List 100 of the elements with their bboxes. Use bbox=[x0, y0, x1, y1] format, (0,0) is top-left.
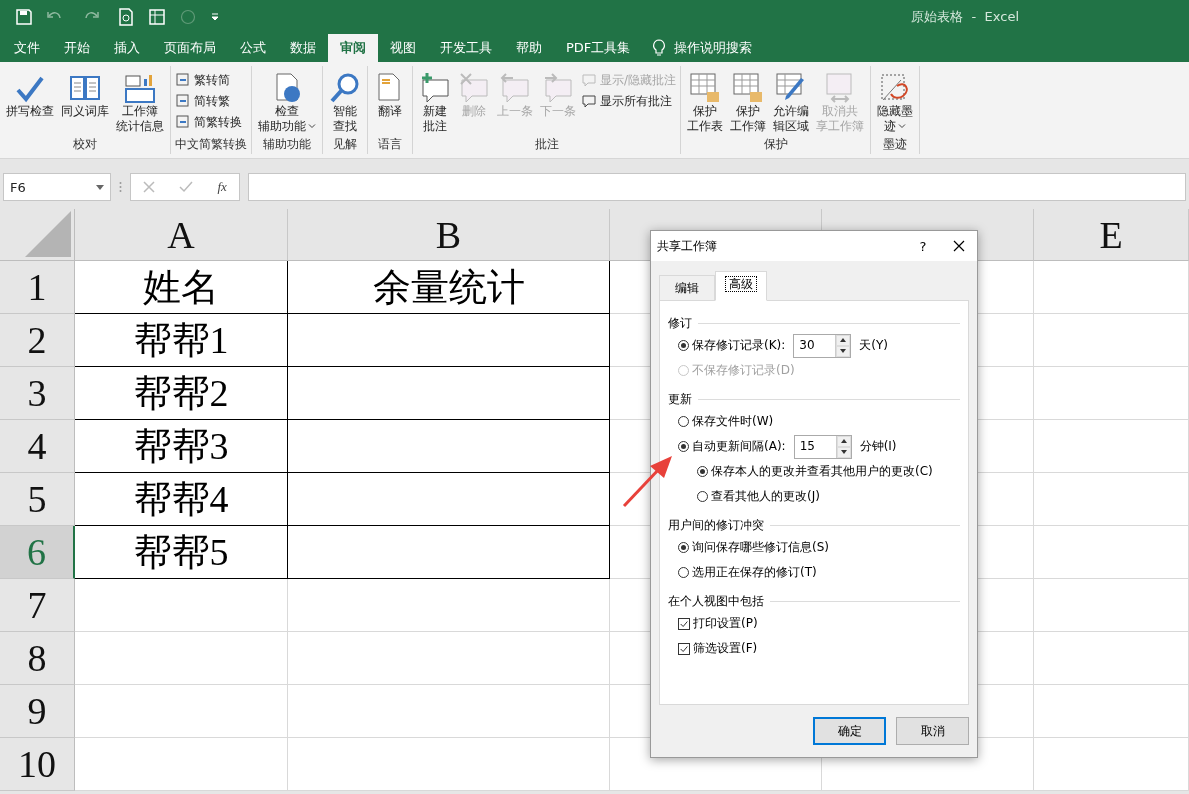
comment-icon bbox=[581, 93, 597, 109]
ribbon-button[interactable]: 保护 工作表 bbox=[685, 70, 726, 136]
section-title: 修订 bbox=[668, 314, 692, 332]
comment-icon bbox=[581, 72, 597, 88]
grip-icon bbox=[119, 181, 122, 193]
table-cell: 帮帮2 bbox=[75, 367, 288, 420]
dialog-title: 共享工作簿 bbox=[657, 237, 718, 255]
section-title: 用户间的修订冲突 bbox=[668, 516, 764, 534]
customize-menu-icon[interactable] bbox=[210, 12, 220, 22]
row-header[interactable]: 4 bbox=[0, 420, 75, 473]
ribbon-button[interactable]: 保护 工作簿 bbox=[728, 70, 769, 136]
ribbon-tab[interactable]: 公式 bbox=[228, 34, 278, 62]
group-label: 辅助功能 bbox=[262, 136, 312, 153]
dialog-button[interactable]: 取消 bbox=[896, 717, 969, 745]
ribbon-tab[interactable]: 数据 bbox=[278, 34, 328, 62]
ribbon-button[interactable]: 翻译 bbox=[372, 70, 408, 136]
group-label: 语言 bbox=[377, 136, 403, 153]
checkbox-option[interactable]: 打印设置(P) bbox=[678, 615, 758, 632]
checkbox-option[interactable]: 筛选设置(F) bbox=[678, 640, 758, 657]
ribbon-tab[interactable]: 插入 bbox=[102, 34, 152, 62]
circle-icon[interactable] bbox=[180, 9, 196, 25]
ribbon-tab[interactable]: 视图 bbox=[378, 34, 428, 62]
ribbon-tab[interactable]: 页面布局 bbox=[152, 34, 228, 62]
table-chart-icon bbox=[124, 72, 156, 104]
print-preview-icon[interactable] bbox=[118, 8, 134, 26]
close-icon bbox=[953, 240, 965, 252]
section-title: 更新 bbox=[668, 390, 692, 408]
down-arrow-icon bbox=[840, 450, 847, 454]
radio-option[interactable]: 保存修订记录(K): bbox=[678, 337, 786, 354]
up-arrow-icon bbox=[840, 439, 847, 443]
group-label: 保护 bbox=[762, 136, 789, 153]
table-cell: 帮帮1 bbox=[75, 314, 288, 367]
cancel-icon[interactable] bbox=[143, 181, 156, 193]
ribbon-tab[interactable]: 审阅 bbox=[328, 34, 378, 62]
column-header[interactable]: A bbox=[75, 209, 288, 261]
row-header[interactable]: 10 bbox=[0, 738, 75, 791]
radio-option: 不保存修订记录(D) bbox=[678, 362, 795, 379]
ribbon-tab[interactable]: 文件 bbox=[2, 34, 52, 62]
ribbon-button[interactable]: 简繁转换 bbox=[175, 112, 242, 132]
row-header[interactable]: 6 bbox=[0, 526, 75, 579]
dialog-tab[interactable]: 编辑 bbox=[659, 275, 715, 301]
formula-bar[interactable] bbox=[248, 173, 1186, 201]
radio-option[interactable]: 查看其他人的更改(J) bbox=[697, 488, 820, 505]
row-header[interactable]: 8 bbox=[0, 632, 75, 685]
row-header[interactable]: 3 bbox=[0, 367, 75, 420]
group-label: 见解 bbox=[332, 136, 358, 153]
enter-icon[interactable] bbox=[179, 181, 194, 193]
ribbon-tab[interactable]: 帮助 bbox=[504, 34, 554, 62]
ribbon-tab[interactable]: 开始 bbox=[52, 34, 102, 62]
radio-option[interactable]: 保存本人的更改并查看其他用户的更改(C) bbox=[697, 463, 933, 480]
number-field[interactable]: 15 bbox=[793, 434, 852, 459]
ribbon-button[interactable]: 拼写检查 bbox=[4, 70, 56, 136]
ribbon-button[interactable]: 检查 辅助功能 bbox=[256, 70, 318, 136]
ribbon-button[interactable]: 隐藏墨 迹 bbox=[875, 70, 916, 136]
ribbon-tab[interactable]: PDF工具集 bbox=[554, 34, 643, 62]
up-arrow-icon bbox=[840, 338, 847, 342]
sheet-lock-icon bbox=[732, 72, 765, 104]
number-field[interactable]: 30 bbox=[793, 333, 852, 358]
convert-icon bbox=[175, 72, 191, 88]
comment-arrow-icon bbox=[542, 72, 574, 104]
ribbon-button[interactable]: 智能 查找 bbox=[327, 70, 363, 136]
row-header[interactable]: 1 bbox=[0, 261, 75, 314]
ribbon-button[interactable]: 新建 批注 bbox=[417, 70, 453, 136]
row-header[interactable]: 7 bbox=[0, 579, 75, 632]
row-header[interactable]: 5 bbox=[0, 473, 75, 526]
row-header[interactable]: 2 bbox=[0, 314, 75, 367]
convert-icon bbox=[175, 114, 191, 130]
tell-me-search[interactable]: 操作说明搜索 bbox=[674, 39, 753, 57]
help-button[interactable]: ? bbox=[905, 238, 941, 254]
radio-option[interactable]: 自动更新间隔(A): bbox=[678, 438, 786, 455]
column-header[interactable]: B bbox=[288, 209, 610, 261]
save-icon[interactable] bbox=[16, 9, 32, 25]
form-icon[interactable] bbox=[148, 8, 166, 26]
select-all-icon[interactable] bbox=[25, 211, 71, 257]
insert-function-button[interactable]: fx bbox=[217, 179, 227, 195]
dialog-button[interactable]: 确定 bbox=[813, 717, 886, 745]
table-cell: 帮帮5 bbox=[75, 526, 288, 579]
column-header[interactable]: E bbox=[1034, 209, 1189, 261]
comment-arrow-icon bbox=[499, 72, 531, 104]
group-label: 墨迹 bbox=[882, 136, 909, 153]
table-cell: 帮帮3 bbox=[75, 420, 288, 473]
name-box[interactable]: F6 bbox=[3, 173, 111, 201]
radio-option[interactable]: 询问保存哪些修订信息(S) bbox=[678, 539, 829, 556]
ribbon-tab[interactable]: 开发工具 bbox=[428, 34, 504, 62]
group-label: 批注 bbox=[533, 136, 560, 153]
table-cell: 余量统计 bbox=[288, 261, 610, 314]
section-title: 在个人视图中包括 bbox=[668, 592, 764, 610]
ribbon-button[interactable]: 同义词库 bbox=[59, 70, 111, 136]
group-label: 中文简繁转换 bbox=[175, 136, 247, 153]
dialog-tab[interactable]: 高级 bbox=[715, 271, 767, 301]
ribbon-button[interactable]: 允许编 辑区域 bbox=[771, 70, 812, 136]
ribbon-button[interactable]: 显示所有批注 bbox=[581, 91, 677, 111]
ribbon-button[interactable]: 繁转简 bbox=[175, 70, 242, 90]
window-title: 原始表格 - Excel bbox=[911, 8, 1019, 26]
radio-option[interactable]: 保存文件时(W) bbox=[678, 413, 774, 430]
ribbon-button[interactable]: 简转繁 bbox=[175, 91, 242, 111]
radio-option[interactable]: 选用正在保存的修订(T) bbox=[678, 564, 817, 581]
row-header[interactable]: 9 bbox=[0, 685, 75, 738]
group-label: 校对 bbox=[72, 136, 98, 153]
ribbon-button[interactable]: 工作簿 统计信息 bbox=[114, 70, 166, 136]
